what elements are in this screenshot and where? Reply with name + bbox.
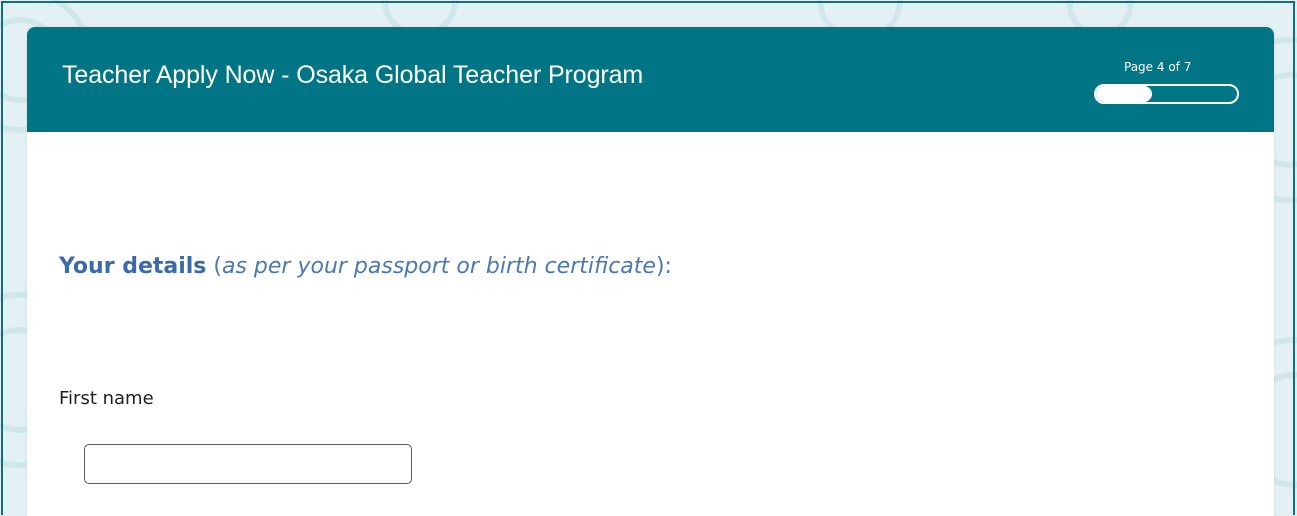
form-header: Teacher Apply Now - Osaka Global Teacher… — [27, 27, 1274, 132]
progress-bar — [1094, 84, 1239, 104]
section-heading-note: as per your passport or birth certificat… — [221, 254, 656, 279]
section-heading-close-paren: ): — [655, 254, 672, 279]
section-heading-open-paren: ( — [206, 254, 222, 279]
section-heading-main: Your details — [59, 254, 207, 279]
section-heading: Your details (as per your passport or bi… — [59, 254, 672, 279]
first-name-label: First name — [59, 388, 154, 409]
first-name-input[interactable] — [84, 444, 412, 484]
page-indicator: Page 4 of 7 — [1124, 60, 1192, 74]
form-title: Teacher Apply Now - Osaka Global Teacher… — [62, 61, 644, 89]
form-card: Teacher Apply Now - Osaka Global Teacher… — [27, 27, 1274, 516]
progress-bar-fill — [1096, 86, 1153, 102]
